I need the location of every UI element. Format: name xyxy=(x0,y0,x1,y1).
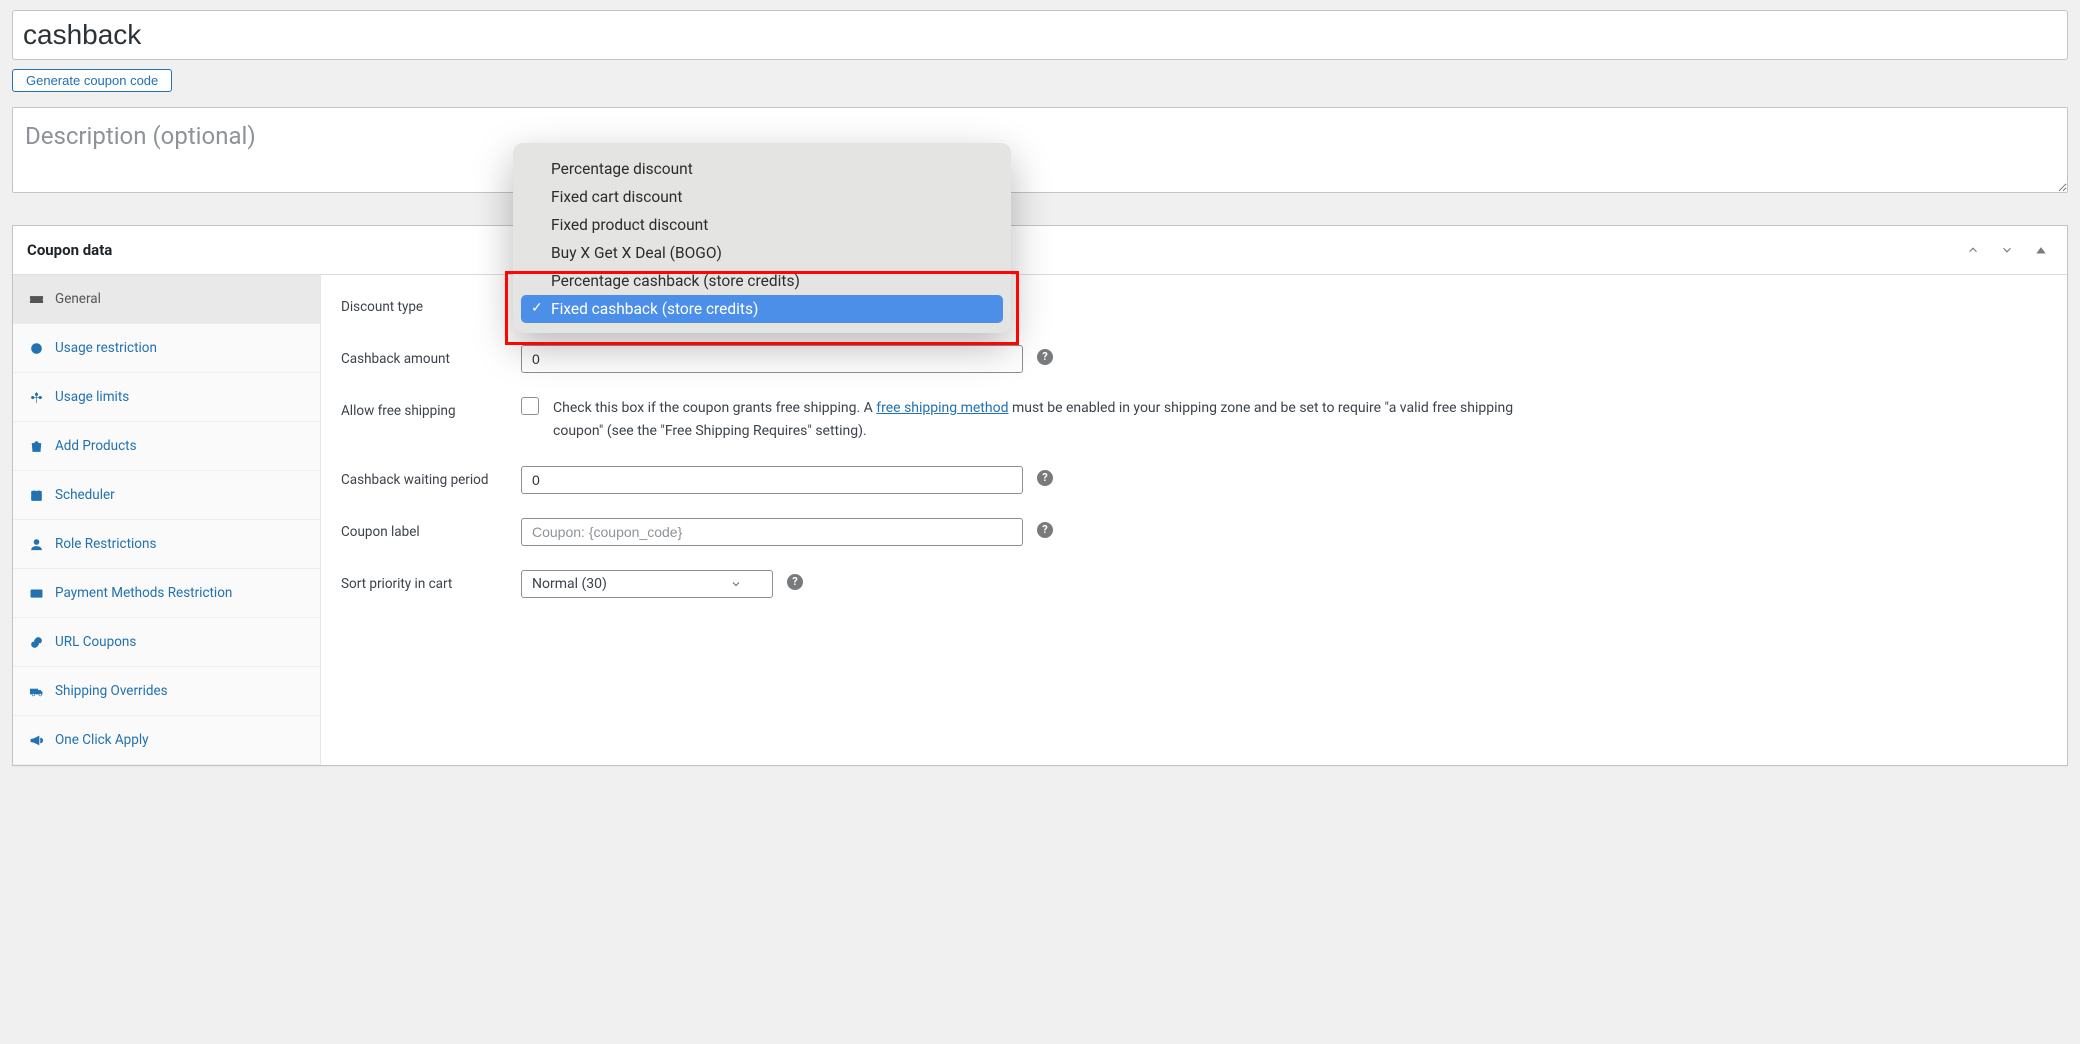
tab-label: Usage restriction xyxy=(55,340,157,356)
dropdown-option[interactable]: Buy X Get X Deal (BOGO) xyxy=(521,239,1003,267)
tab-add-products[interactable]: Add Products xyxy=(13,422,320,471)
coupon-label-input[interactable] xyxy=(521,518,1023,546)
tab-usage-restriction[interactable]: Usage restriction xyxy=(13,324,320,373)
megaphone-icon xyxy=(27,731,45,749)
tab-label: Add Products xyxy=(55,438,137,454)
dropdown-option[interactable]: Percentage discount xyxy=(521,155,1003,183)
discount-type-label: Discount type xyxy=(341,293,521,315)
help-icon[interactable]: ? xyxy=(1037,470,1053,486)
dropdown-option[interactable]: Percentage cashback (store credits) xyxy=(521,267,1003,295)
tab-label: URL Coupons xyxy=(55,634,136,650)
tab-label: Usage limits xyxy=(55,389,129,405)
shopping-bag-icon xyxy=(27,437,45,455)
sort-priority-label: Sort priority in cart xyxy=(341,570,521,592)
tab-label: Payment Methods Restriction xyxy=(55,585,232,601)
tab-scheduler[interactable]: Scheduler xyxy=(13,471,320,520)
tab-label: Shipping Overrides xyxy=(55,683,168,699)
user-icon xyxy=(27,535,45,553)
truck-icon xyxy=(27,682,45,700)
tab-label: Scheduler xyxy=(55,487,115,503)
free-shipping-method-link[interactable]: free shipping method xyxy=(876,400,1008,416)
coupon-data-tabs: General Usage restriction Usage limits xyxy=(13,275,321,765)
tab-one-click-apply[interactable]: One Click Apply xyxy=(13,716,320,765)
coupon-data-postbox: Coupon data General xyxy=(12,225,2068,766)
chevron-down-icon xyxy=(730,578,742,590)
help-icon[interactable]: ? xyxy=(787,574,803,590)
description-textarea[interactable] xyxy=(12,107,2068,193)
allow-free-shipping-checkbox[interactable] xyxy=(521,397,539,415)
cashback-waiting-period-input[interactable] xyxy=(521,466,1023,494)
sliders-icon xyxy=(27,388,45,406)
postbox-header: Coupon data xyxy=(13,226,2067,275)
dropdown-option[interactable]: Fixed product discount xyxy=(521,211,1003,239)
ban-icon xyxy=(27,339,45,357)
generate-coupon-code-button[interactable]: Generate coupon code xyxy=(12,69,172,92)
dropdown-option[interactable]: Fixed cart discount xyxy=(521,183,1003,211)
link-icon xyxy=(27,633,45,651)
calendar-icon xyxy=(27,486,45,504)
tab-general[interactable]: General xyxy=(13,275,320,324)
sort-priority-select[interactable]: Normal (30) xyxy=(521,570,773,598)
tab-role-restrictions[interactable]: Role Restrictions xyxy=(13,520,320,569)
tab-payment-methods-restriction[interactable]: Payment Methods Restriction xyxy=(13,569,320,618)
tab-usage-limits[interactable]: Usage limits xyxy=(13,373,320,422)
help-icon[interactable]: ? xyxy=(1037,522,1053,538)
tab-label: One Click Apply xyxy=(55,732,149,748)
tab-shipping-overrides[interactable]: Shipping Overrides xyxy=(13,667,320,716)
tab-label: General xyxy=(55,291,101,307)
discount-type-dropdown: Percentage discount Fixed cart discount … xyxy=(513,143,1011,333)
allow-free-shipping-label: Allow free shipping xyxy=(341,397,521,419)
ticket-icon xyxy=(27,290,45,308)
move-up-icon[interactable] xyxy=(1959,236,1987,264)
free-shipping-description: Check this box if the coupon grants free… xyxy=(553,397,1553,442)
help-icon[interactable]: ? xyxy=(1037,349,1053,365)
coupon-label-label: Coupon label xyxy=(341,518,521,540)
cashback-amount-label: Cashback amount xyxy=(341,345,521,367)
toggle-panel-icon[interactable] xyxy=(2027,236,2055,264)
tab-url-coupons[interactable]: URL Coupons xyxy=(13,618,320,667)
general-panel: Discount type Cashback amount ? Allow fr… xyxy=(321,275,2067,765)
move-down-icon[interactable] xyxy=(1993,236,2021,264)
credit-card-icon xyxy=(27,584,45,602)
dropdown-option-selected[interactable]: Fixed cashback (store credits) xyxy=(521,295,1003,323)
cashback-amount-input[interactable] xyxy=(521,345,1023,373)
cashback-waiting-period-label: Cashback waiting period xyxy=(341,466,521,488)
tab-label: Role Restrictions xyxy=(55,536,156,552)
coupon-title-input[interactable] xyxy=(12,10,2068,60)
sort-priority-value: Normal (30) xyxy=(532,576,607,592)
